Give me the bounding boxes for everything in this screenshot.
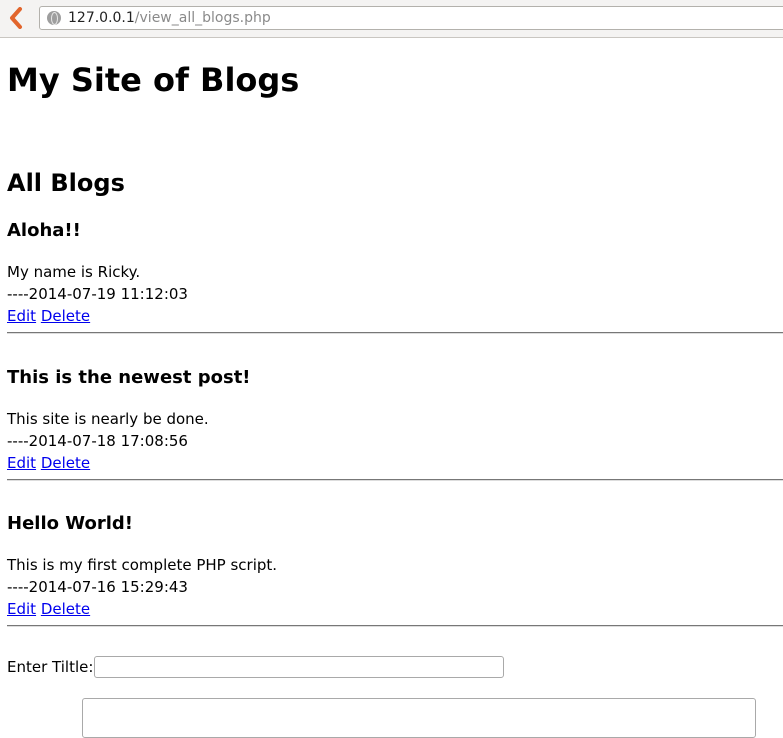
edit-link[interactable]: Edit: [7, 454, 36, 472]
post-divider: [7, 332, 783, 334]
post-body: This site is nearly be done. ----2014-07…: [7, 408, 209, 452]
post-divider: [7, 625, 783, 627]
title-input[interactable]: [94, 656, 505, 678]
post-actions: Edit Delete: [7, 452, 90, 474]
content-textarea[interactable]: [82, 698, 756, 738]
delete-link[interactable]: Delete: [41, 454, 90, 472]
edit-link[interactable]: Edit: [7, 600, 36, 618]
url-host: 127.0.0.1: [68, 10, 135, 26]
post-text: My name is Ricky.: [7, 263, 141, 281]
url-path: /view_all_blogs.php: [134, 10, 271, 26]
back-button[interactable]: [2, 3, 30, 33]
back-arrow-icon: [10, 7, 22, 29]
edit-link[interactable]: Edit: [7, 307, 36, 325]
post-divider: [7, 479, 783, 481]
post-body: My name is Ricky. ----2014-07-19 11:12:0…: [7, 261, 188, 305]
browser-toolbar: 127.0.0.1/view_all_blogs.php: [0, 0, 783, 38]
delete-link[interactable]: Delete: [41, 600, 90, 618]
post-title: Aloha!!: [7, 220, 81, 241]
post-title: This is the newest post!: [7, 367, 251, 388]
site-title: My Site of Blogs: [7, 61, 300, 99]
post-text: This site is nearly be done.: [7, 410, 209, 428]
delete-link[interactable]: Delete: [41, 307, 90, 325]
title-label: Enter Tiltle:: [7, 658, 94, 676]
post-timestamp: ----2014-07-19 11:12:03: [7, 285, 188, 303]
address-bar[interactable]: 127.0.0.1/view_all_blogs.php: [39, 6, 783, 30]
new-post-form-title-row: Enter Tiltle:: [7, 656, 505, 678]
post-actions: Edit Delete: [7, 598, 90, 620]
post-text: This is my first complete PHP script.: [7, 556, 278, 574]
post-title: Hello World!: [7, 513, 133, 534]
globe-icon: [47, 11, 61, 25]
section-title: All Blogs: [7, 169, 125, 197]
post-actions: Edit Delete: [7, 305, 90, 327]
post-timestamp: ----2014-07-18 17:08:56: [7, 432, 188, 450]
post-body: This is my first complete PHP script. --…: [7, 554, 277, 598]
post-timestamp: ----2014-07-16 15:29:43: [7, 578, 188, 596]
